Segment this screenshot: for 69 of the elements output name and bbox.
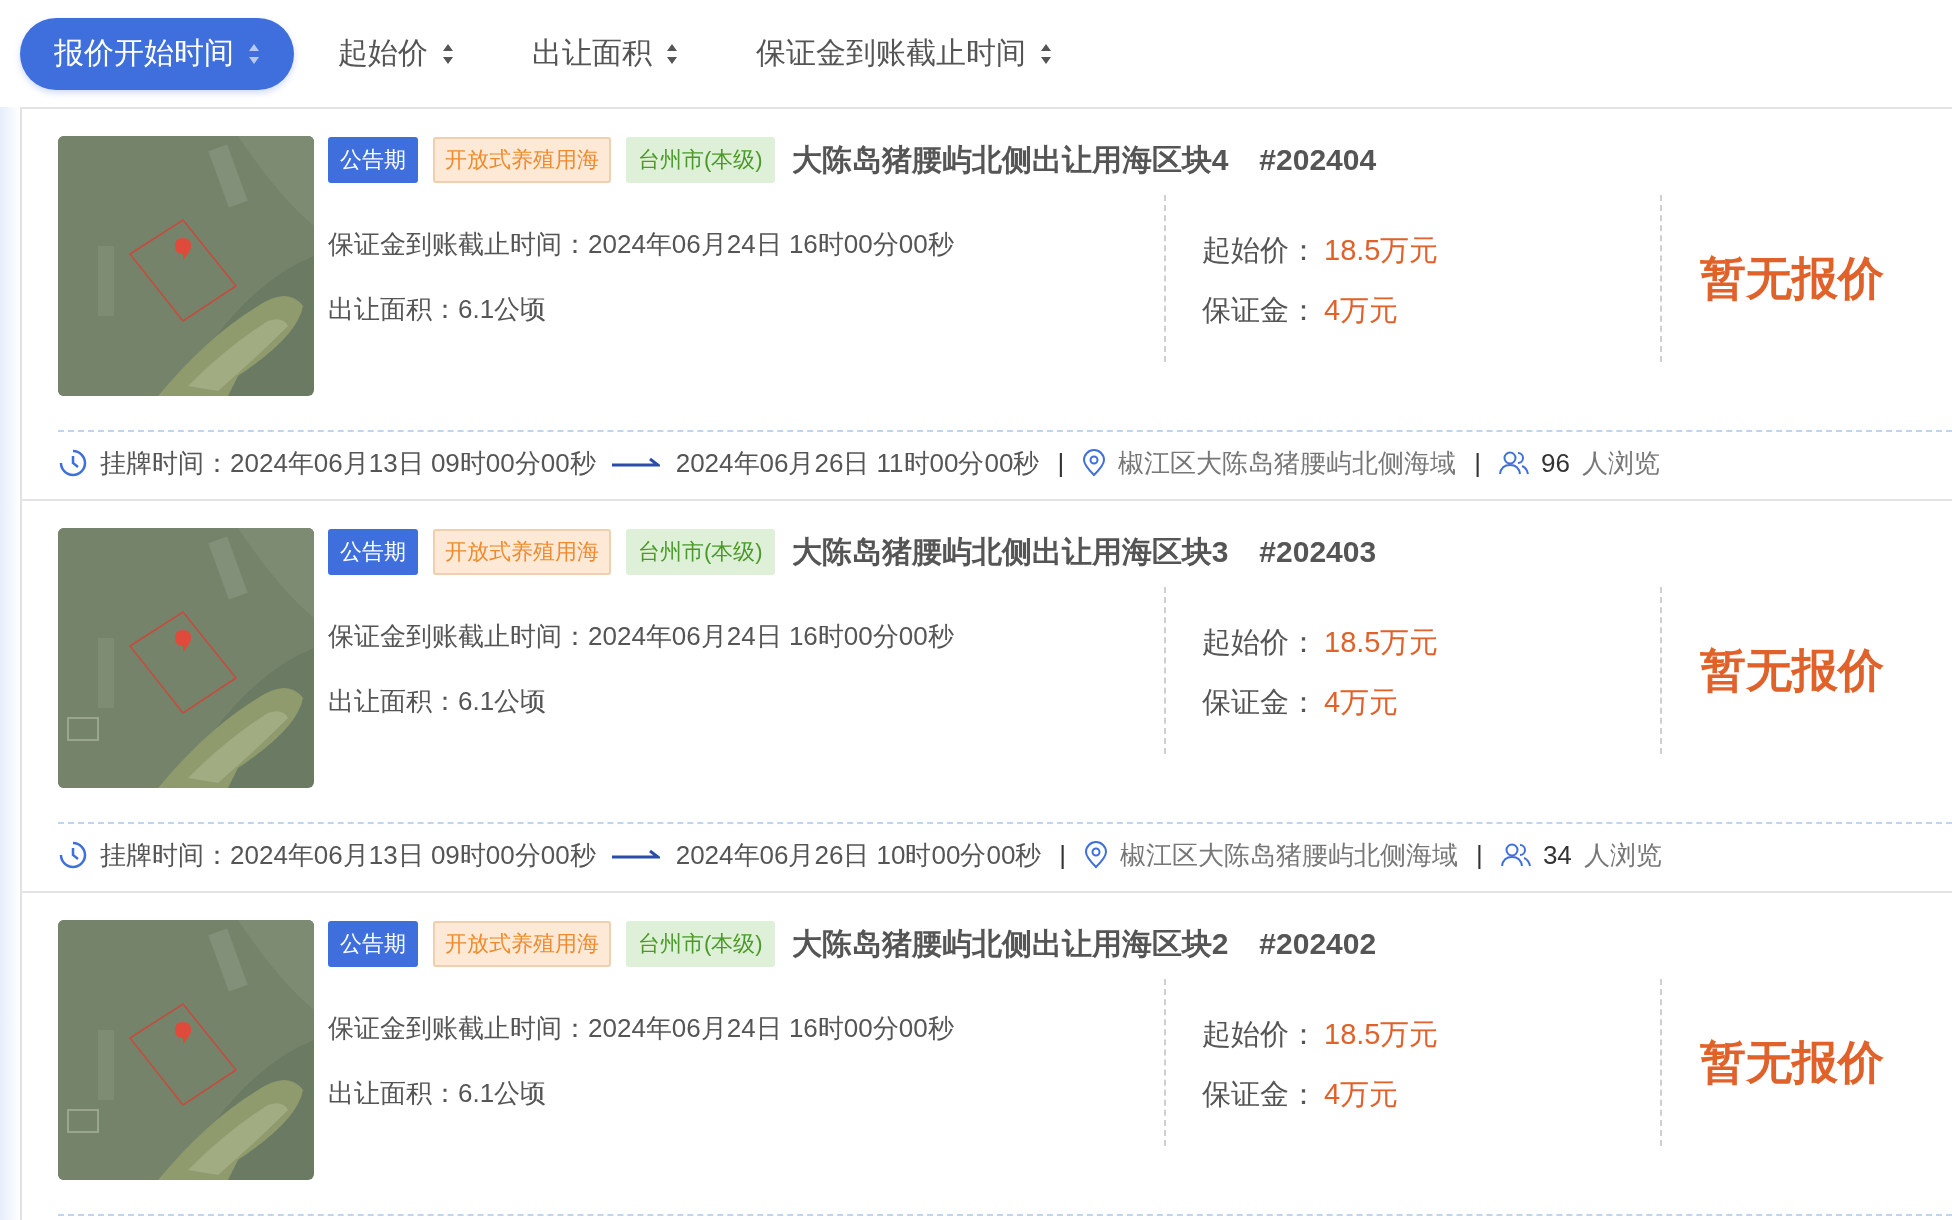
users-icon [1500,842,1531,868]
listing-time-label: 挂牌时间： [100,838,230,872]
listing-start-time: 2024年06月13日 09时00分00秒 [230,446,596,480]
start-price-value: 18.5万元 [1324,1017,1439,1052]
listing-number: #202402 [1259,927,1377,961]
sort-icon [248,42,260,65]
deposit-deadline: 保证金到账截止时间：2024年06月24日 16时00分00秒 [328,1012,954,1045]
separator: | [1057,447,1065,479]
listing-card[interactable]: 公告期 开放式养殖用海 台州市(本级) 大陈岛猪腰屿北侧出让用海区块2 #202402 保证金到账截止时间：2024年06月24日 16时00分00秒 出让面积：6.1公顷 起始价： 18.5万元 保证金： 4万元 暂无报价 [20,891,1952,1220]
listing-title: 大陈岛猪腰屿北侧出让用海区块2 [791,925,1229,962]
status-tag: 公告期 [328,529,418,575]
sort-button[interactable]: 出让面积 [498,17,712,90]
sort-icon [442,42,454,65]
deposit-value: 4万元 [1324,293,1399,328]
sort-button[interactable]: 报价开始时间 [20,17,294,90]
view-count: 34 [1542,839,1572,871]
location-pin-icon [1082,449,1107,477]
deposit-deadline: 保证金到账截止时间：2024年06月24日 16时00分00秒 [328,620,954,653]
listing-title: 大陈岛猪腰屿北侧出让用海区块3 [791,533,1229,570]
deposit-value: 4万元 [1324,685,1399,720]
start-price-label: 起始价： [1202,1017,1318,1052]
bid-status: 暂无报价 [1700,1034,1884,1090]
bid-status: 暂无报价 [1700,250,1884,306]
status-tag: 公告期 [328,137,418,183]
clock-icon [58,448,88,478]
listing-number: #202403 [1259,535,1377,569]
deposit-deadline: 保证金到账截止时间：2024年06月24日 16时00分00秒 [328,228,954,261]
area-text: 出让面积：6.1公顷 [328,1077,547,1110]
views-label: 人浏览 [1581,446,1660,480]
location-text: 椒江区大陈岛猪腰屿北侧海域 [1118,446,1457,480]
bid-status: 暂无报价 [1700,642,1884,698]
usage-tag: 开放式养殖用海 [433,921,611,967]
sort-button[interactable]: 保证金到账截止时间 [722,17,1086,90]
separator: | [1474,447,1481,479]
area-text: 出让面积：6.1公顷 [328,293,547,326]
location-pin-icon [1084,841,1109,869]
users-icon [1498,450,1529,476]
views-label: 人浏览 [1583,838,1662,872]
region-tag: 台州市(本级) [626,137,775,183]
deposit-label: 保证金： [1202,685,1318,720]
listing-end-time: 2024年06月26日 10时00分00秒 [675,838,1042,872]
usage-tag: 开放式养殖用海 [433,137,611,183]
listing-time-label: 挂牌时间： [100,446,230,480]
sort-icon [666,42,678,65]
region-tag: 台州市(本级) [626,921,775,967]
status-tag: 公告期 [328,921,418,967]
start-price-label: 起始价： [1202,233,1318,268]
area-text: 出让面积：6.1公顷 [328,685,547,718]
region-tag: 台州市(本级) [626,529,775,575]
clock-icon [58,840,88,870]
listing-title: 大陈岛猪腰屿北侧出让用海区块4 [791,141,1229,178]
separator: | [1059,839,1067,871]
sort-icon [1040,42,1052,65]
deposit-label: 保证金： [1202,293,1318,328]
sort-button[interactable]: 起始价 [304,17,488,90]
separator: | [1476,839,1483,871]
start-price-value: 18.5万元 [1324,233,1439,268]
view-count: 96 [1540,447,1570,479]
start-price-label: 起始价： [1202,625,1318,660]
listing-number: #202404 [1259,143,1377,177]
deposit-value: 4万元 [1324,1077,1399,1112]
listing-card[interactable]: 公告期 开放式养殖用海 台州市(本级) 大陈岛猪腰屿北侧出让用海区块4 #202404 保证金到账截止时间：2024年06月24日 16时00分00秒 出让面积：6.1公顷 起始价： 18.5万元 保证金： 4万元 暂无报价 挂牌时间：2024年06月13日 09时00分00秒 2024年06月26日 11时00分00秒 | 椒江区大陈岛猪腰屿北侧海域 | 96 人浏览 [20,107,1952,499]
location-text: 椒江区大陈岛猪腰屿北侧海域 [1120,838,1459,872]
listing-card[interactable]: 公告期 开放式养殖用海 台州市(本级) 大陈岛猪腰屿北侧出让用海区块3 #202403 保证金到账截止时间：2024年06月24日 16时00分00秒 出让面积：6.1公顷 起始价： 18.5万元 保证金： 4万元 暂无报价 挂牌时间：2024年06月13日 09时00分00秒 2024年06月26日 10时00分00秒 | 椒江区大陈岛猪腰屿北侧海域 | 34 人浏览 [20,499,1952,891]
usage-tag: 开放式养殖用海 [433,529,611,575]
listing-end-time: 2024年06月26日 11时00分00秒 [675,446,1040,480]
start-price-value: 18.5万元 [1324,625,1439,660]
listing-start-time: 2024年06月13日 09时00分00秒 [230,838,596,872]
deposit-label: 保证金： [1202,1077,1318,1112]
